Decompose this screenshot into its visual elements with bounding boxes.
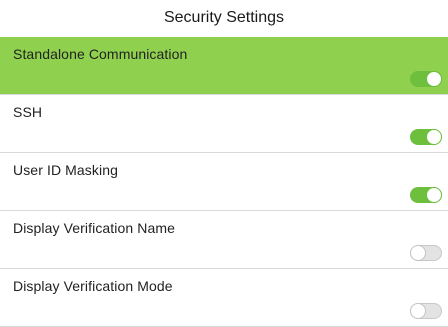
- setting-row-user-id-masking[interactable]: User ID Masking: [0, 153, 448, 211]
- setting-label: Display Verification Mode: [13, 278, 173, 294]
- setting-row-ssh[interactable]: SSH: [0, 95, 448, 153]
- display-verification-mode-toggle[interactable]: [410, 303, 442, 319]
- toggle-knob: [426, 187, 442, 203]
- setting-row-display-verification-mode[interactable]: Display Verification Mode: [0, 269, 448, 327]
- setting-row-display-verification-name[interactable]: Display Verification Name: [0, 211, 448, 269]
- setting-label: Display Verification Name: [13, 220, 176, 236]
- user-id-masking-toggle[interactable]: [410, 187, 442, 203]
- setting-label: Standalone Communication: [13, 46, 188, 62]
- page-title: Security Settings: [0, 0, 448, 36]
- toggle-knob: [410, 245, 426, 261]
- setting-label: SSH: [13, 104, 43, 120]
- page-title-text: Security Settings: [163, 9, 285, 26]
- standalone-communication-toggle[interactable]: [410, 71, 442, 87]
- setting-row-standalone-communication[interactable]: Standalone Communication: [0, 37, 448, 95]
- toggle-knob: [410, 303, 426, 319]
- display-verification-name-toggle[interactable]: [410, 245, 442, 261]
- toggle-knob: [426, 129, 442, 145]
- toggle-knob: [426, 71, 442, 87]
- ssh-toggle[interactable]: [410, 129, 442, 145]
- settings-list: Standalone Communication SSH User ID Mas…: [0, 37, 448, 327]
- setting-label: User ID Masking: [13, 162, 118, 178]
